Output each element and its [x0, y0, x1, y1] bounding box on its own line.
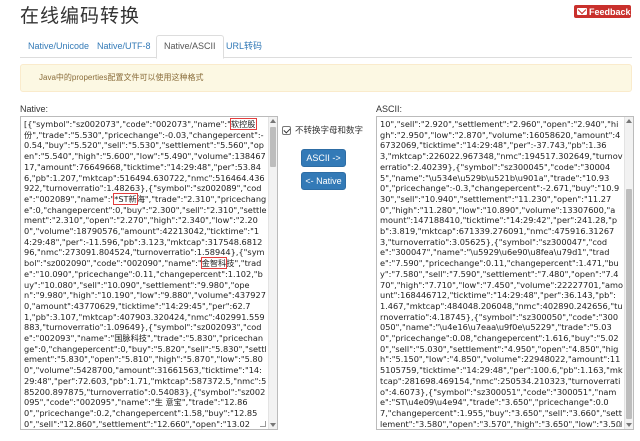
- tab-native-utf8[interactable]: Native/UTF-8: [89, 35, 159, 58]
- native-text-segment: 海","trade":"2.310","pricechange":0,"chan…: [24, 193, 267, 269]
- highlighted-name: 软控股: [229, 118, 257, 130]
- no-convert-checkbox[interactable]: [282, 125, 291, 135]
- resize-handle-icon[interactable]: [616, 421, 622, 427]
- feedback-label: Feedback: [589, 6, 631, 17]
- tab-bar: Native/Unicode Native/UTF-8 Native/ASCII…: [20, 35, 632, 59]
- feedback-button[interactable]: Feedback: [574, 5, 631, 18]
- mail-icon: [577, 8, 587, 15]
- no-convert-option[interactable]: 不转换字母和数字: [282, 124, 363, 136]
- to-native-button[interactable]: <- Native: [301, 172, 346, 190]
- tab-native-unicode[interactable]: Native/Unicode: [20, 35, 97, 58]
- notice-banner: Java中的properties配置文件可以使用这种格式: [20, 64, 632, 92]
- native-label: Native:: [20, 104, 49, 114]
- resize-handle-icon[interactable]: [260, 421, 266, 427]
- scroll-thumb[interactable]: [626, 189, 632, 419]
- native-scrollbar[interactable]: [268, 117, 277, 429]
- highlighted-name: 金智科: [200, 257, 228, 270]
- native-text-segment: 份","trade":"5.530","pricechange":-0.03,"…: [24, 129, 266, 204]
- tab-native-ascii[interactable]: Native/ASCII: [156, 35, 224, 59]
- scroll-up-icon[interactable]: [270, 119, 276, 123]
- native-text-segment: [{"symbol":"sz002073","code":"002073","n…: [24, 119, 231, 129]
- ascii-label: ASCII:: [376, 104, 403, 114]
- ascii-text: 10","sell":"2.920","settlement":"2.960",…: [380, 119, 624, 429]
- native-textarea[interactable]: [{"symbol":"sz002073","code":"002073","n…: [20, 116, 278, 430]
- ascii-scrollbar[interactable]: [624, 117, 633, 429]
- no-convert-label: 不转换字母和数字: [295, 125, 364, 135]
- scroll-down-icon[interactable]: [626, 423, 632, 427]
- tab-url-encode[interactable]: URL转码: [218, 35, 270, 58]
- page-title: 在线编码转换: [20, 5, 141, 27]
- native-text-segment: 技","trade":"10.090","pricechange":0.11,"…: [24, 258, 267, 429]
- scroll-up-icon[interactable]: [626, 119, 632, 123]
- to-ascii-button[interactable]: ASCII ->: [301, 149, 346, 167]
- ascii-textarea[interactable]: 10","sell":"2.920","settlement":"2.960",…: [376, 116, 634, 430]
- scroll-thumb[interactable]: [270, 127, 276, 167]
- highlighted-name: *ST新: [113, 192, 138, 205]
- scroll-down-icon[interactable]: [270, 423, 276, 427]
